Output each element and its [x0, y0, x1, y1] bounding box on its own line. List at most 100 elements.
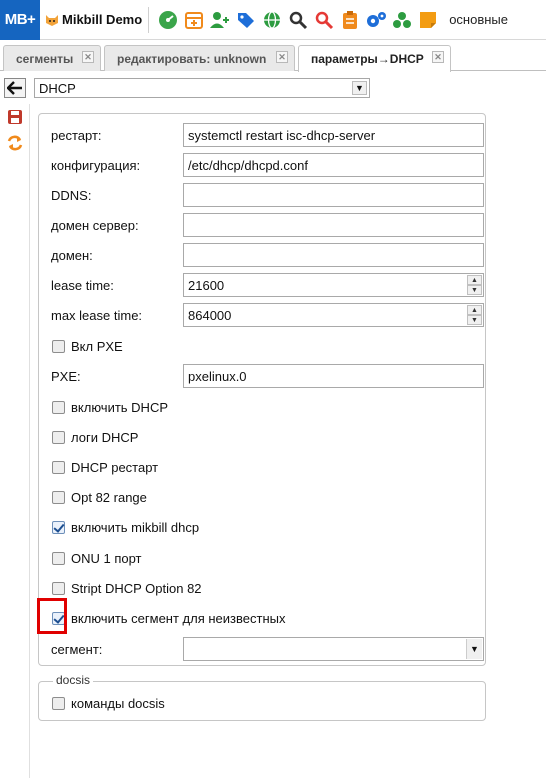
max-lease-time-spinner[interactable]: ▲ ▼ — [467, 305, 482, 325]
max-lease-time-row: max lease time: 864000 ▲ ▼ — [51, 303, 484, 327]
domain-server-input[interactable] — [183, 213, 484, 237]
tab-params-dhcp[interactable]: параметры→DHCP ✕ — [298, 45, 451, 72]
mikbill-dhcp-label: включить mikbill dhcp — [71, 519, 200, 535]
search-red-icon[interactable] — [313, 9, 335, 31]
spin-up-icon[interactable]: ▲ — [467, 305, 482, 315]
pxe-enable-label: Вкл PXE — [71, 338, 123, 354]
toolbar-divider — [148, 6, 150, 33]
domain-server-label: домен сервер: — [51, 217, 139, 233]
pxe-input[interactable]: pxelinux.0 — [183, 364, 484, 388]
tab-label: сегменты — [16, 51, 74, 66]
logo[interactable]: MB+ — [0, 0, 40, 40]
close-icon[interactable]: ✕ — [82, 51, 94, 63]
docsis-commands-checkbox[interactable] — [52, 696, 65, 710]
docsis-panel: docsis команды docsis — [38, 673, 486, 721]
top-toolbar: MB+ Mikbill Demo основные — [0, 0, 546, 40]
module-select-value: DHCP — [39, 80, 76, 96]
dhcp-enable-row: включить DHCP — [52, 397, 168, 417]
docsis-legend: docsis — [53, 673, 94, 687]
dhcp-enable-checkbox[interactable] — [52, 400, 65, 414]
dhcp-restart-row: DHCP рестарт — [52, 457, 158, 477]
brand-name: Mikbill Demo — [62, 12, 143, 27]
domain-label: домен: — [51, 247, 93, 263]
onu-one-port-label: ONU 1 порт — [71, 550, 142, 566]
add-user-icon[interactable] — [209, 9, 231, 31]
tab-bar: сегменты ✕ редактировать: unknown ✕ пара… — [0, 43, 546, 72]
strip-opt82-row: Stript DHCP Option 82 — [52, 578, 202, 598]
dhcp-logs-row: логи DHCP — [52, 427, 138, 447]
module-select[interactable]: DHCP ▼ — [34, 78, 370, 98]
unknown-segment-row: включить сегмент для неизвестных — [52, 608, 285, 628]
restart-input[interactable]: systemctl restart isc-dhcp-server — [183, 123, 484, 147]
speedometer-icon[interactable] — [157, 9, 179, 31]
lease-time-spinner[interactable]: ▲ ▼ — [467, 275, 482, 295]
domain-server-row: домен сервер: — [51, 213, 484, 237]
dhcp-settings-panel: рестарт: systemctl restart isc-dhcp-serv… — [38, 113, 486, 666]
segment-label: сегмент: — [51, 641, 103, 657]
pxe-label: PXE: — [51, 368, 81, 384]
spin-down-icon[interactable]: ▼ — [467, 315, 482, 325]
spin-up-icon[interactable]: ▲ — [467, 275, 482, 285]
sticky-note-icon[interactable] — [417, 9, 439, 31]
tab-label: редактировать: unknown — [117, 51, 267, 66]
recycle-icon[interactable] — [391, 9, 413, 31]
tags-icon[interactable] — [235, 9, 257, 31]
segment-row: сегмент: ▼ — [51, 637, 484, 661]
spin-down-icon[interactable]: ▼ — [467, 285, 482, 295]
calendar-icon[interactable] — [183, 9, 205, 31]
strip-opt82-label: Stript DHCP Option 82 — [71, 580, 202, 596]
dhcp-restart-label: DHCP рестарт — [71, 459, 159, 475]
globe-icon[interactable] — [261, 9, 283, 31]
tab-edit-unknown[interactable]: редактировать: unknown ✕ — [104, 45, 295, 71]
max-lease-time-label: max lease time: — [51, 307, 143, 323]
dhcp-restart-checkbox[interactable] — [52, 460, 65, 474]
ddns-row: DDNS: — [51, 183, 484, 207]
lease-time-input[interactable]: 21600 ▲ ▼ — [183, 273, 484, 297]
max-lease-time-value: 864000 — [188, 307, 232, 323]
brand[interactable]: Mikbill Demo — [45, 12, 142, 27]
module-row: DHCP ▼ — [0, 77, 546, 99]
config-label: конфигурация: — [51, 157, 141, 173]
mikbill-dhcp-checkbox[interactable] — [52, 520, 65, 534]
segment-select[interactable]: ▼ — [183, 637, 484, 661]
domain-input[interactable] — [183, 243, 484, 267]
back-button[interactable] — [4, 78, 26, 98]
chevron-down-icon: ▼ — [466, 639, 482, 659]
ddns-input[interactable] — [183, 183, 484, 207]
clipboard-icon[interactable] — [339, 9, 361, 31]
config-input[interactable]: /etc/dhcp/dhcpd.conf — [183, 153, 484, 177]
close-icon[interactable]: ✕ — [432, 51, 444, 63]
pxe-enable-checkbox[interactable] — [52, 339, 65, 353]
opt82-range-row: Opt 82 range — [52, 487, 147, 507]
strip-opt82-checkbox[interactable] — [52, 581, 65, 595]
lease-time-row: lease time: 21600 ▲ ▼ — [51, 273, 484, 297]
onu-one-port-checkbox[interactable] — [52, 551, 65, 565]
pxe-enable-row: Вкл PXE — [52, 336, 123, 356]
docsis-commands-row: команды docsis — [52, 693, 165, 713]
dhcp-logs-checkbox[interactable] — [52, 430, 65, 444]
onu-one-port-row: ONU 1 порт — [52, 548, 142, 568]
opt82-range-checkbox[interactable] — [52, 490, 65, 504]
menu-main[interactable]: основные — [449, 12, 508, 27]
domain-row: домен: — [51, 243, 484, 267]
config-row: конфигурация: /etc/dhcp/dhcpd.conf — [51, 153, 484, 177]
close-icon[interactable]: ✕ — [276, 51, 288, 63]
mikbill-dhcp-row: включить mikbill dhcp — [52, 517, 199, 537]
save-icon[interactable] — [6, 108, 24, 126]
chevron-down-icon: ▼ — [352, 81, 367, 95]
left-sidebar — [0, 104, 30, 778]
dhcp-enable-label: включить DHCP — [71, 399, 168, 415]
ddns-label: DDNS: — [51, 187, 92, 203]
cat-icon — [46, 14, 58, 26]
unknown-segment-label: включить сегмент для неизвестных — [71, 610, 286, 626]
gears-icon[interactable] — [365, 9, 387, 31]
tab-label: параметры→DHCP — [311, 52, 424, 66]
refresh-icon[interactable] — [6, 134, 24, 152]
opt82-range-label: Opt 82 range — [71, 489, 147, 505]
tab-segments[interactable]: сегменты ✕ — [3, 45, 101, 71]
search-icon[interactable] — [287, 9, 309, 31]
max-lease-time-input[interactable]: 864000 ▲ ▼ — [183, 303, 484, 327]
docsis-commands-label: команды docsis — [71, 695, 165, 711]
highlight-box — [37, 598, 67, 634]
restart-label: рестарт: — [51, 127, 102, 143]
